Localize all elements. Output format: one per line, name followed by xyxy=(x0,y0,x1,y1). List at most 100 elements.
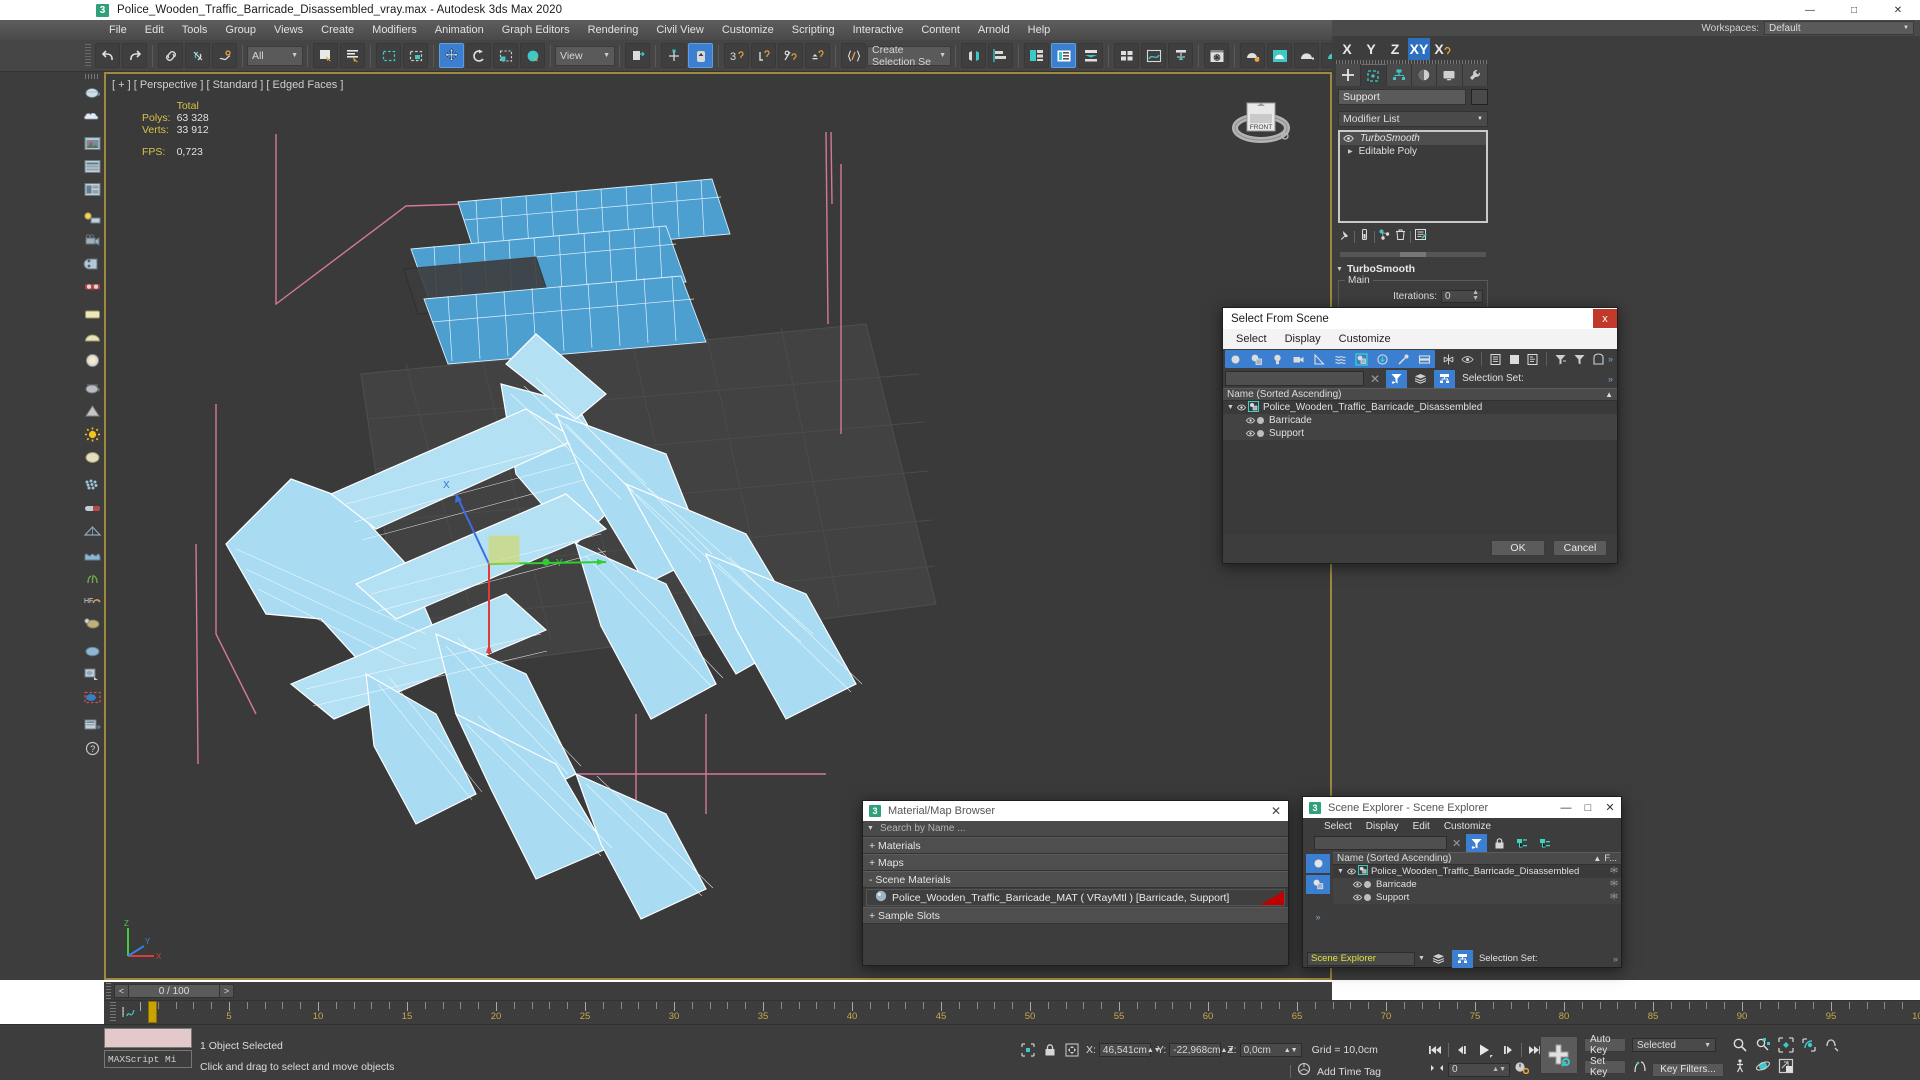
select-from-scene-dialog[interactable]: Select From Scene x Select Display Custo… xyxy=(1222,307,1618,564)
capsule-icon[interactable] xyxy=(81,497,104,519)
tree-row-group[interactable]: ▼ Police_Wooden_Traffic_Barricade_Disass… xyxy=(1223,400,1617,414)
ok-button[interactable]: OK xyxy=(1491,540,1545,556)
menu-item-group[interactable]: Group xyxy=(216,20,265,40)
spinner-arrows-icon[interactable]: ▲▼ xyxy=(1492,1066,1506,1073)
shapes-filter-icon[interactable] xyxy=(1246,350,1267,368)
orbit-icon[interactable] xyxy=(1753,1057,1773,1075)
z-field[interactable]: 0,0cm ▲▼ xyxy=(1239,1043,1302,1057)
select-and-rotate-icon[interactable] xyxy=(466,43,491,68)
add-time-tag-label[interactable]: Add Time Tag xyxy=(1317,1066,1381,1078)
lights-filter-icon[interactable] xyxy=(1267,350,1288,368)
expand-all-icon[interactable] xyxy=(1486,350,1505,368)
axis-constraint-xy[interactable]: XY xyxy=(1408,38,1430,60)
key-filters-button[interactable]: Key Filters... xyxy=(1652,1062,1724,1077)
material-map-browser-dialog[interactable]: 3 Material/Map Browser ✕ ▼ Search by Nam… xyxy=(862,800,1289,966)
eye-icon[interactable] xyxy=(1353,880,1362,889)
reference-coordinate-dropdown[interactable]: View ▼ xyxy=(555,45,615,66)
freeze-column-icon[interactable] xyxy=(1610,879,1618,890)
motion-tab[interactable] xyxy=(1411,64,1438,86)
zoom-region-icon[interactable] xyxy=(1799,1036,1819,1054)
menu-display[interactable]: Display xyxy=(1276,329,1330,349)
section-maps[interactable]: + Maps xyxy=(863,854,1288,871)
mirror-icon[interactable] xyxy=(961,43,986,68)
dome-light-icon[interactable] xyxy=(81,326,104,348)
current-frame-display[interactable]: 0 / 100 xyxy=(114,984,234,998)
selection-set-icon[interactable] xyxy=(1434,369,1456,388)
workspaces-dropdown[interactable]: Default ▼ xyxy=(1764,21,1914,35)
next-key-icon[interactable] xyxy=(1498,1041,1518,1059)
freeze-column-icon[interactable] xyxy=(1610,866,1618,877)
expand-triangle-icon[interactable]: ▼ xyxy=(1337,868,1344,875)
sort-filter-icon[interactable] xyxy=(1551,350,1570,368)
layers-icon[interactable] xyxy=(1428,950,1449,968)
eye-icon[interactable] xyxy=(1246,416,1255,425)
search-row[interactable]: ▼ Search by Name ... xyxy=(863,821,1288,837)
explorer-name-dropdown[interactable]: Scene Explorer xyxy=(1307,951,1415,966)
tree-column-header[interactable]: Name (Sorted Ascending) ▲ F... xyxy=(1333,852,1621,865)
close-icon[interactable]: ✕ xyxy=(1271,804,1281,818)
expand-tree-icon[interactable] xyxy=(1512,834,1533,852)
filter-funnel-icon[interactable] xyxy=(1570,350,1589,368)
toolbar-grip[interactable] xyxy=(85,43,91,68)
camera-icon[interactable] xyxy=(81,229,104,251)
tree-row-barricade[interactable]: Barricade xyxy=(1333,878,1621,891)
rollout-header[interactable]: ▼ TurboSmooth xyxy=(1336,262,1490,276)
menu-item-tools[interactable]: Tools xyxy=(173,20,217,40)
cameras-filter-icon[interactable] xyxy=(1288,350,1309,368)
create-tab[interactable] xyxy=(1336,64,1362,86)
grass-icon[interactable] xyxy=(81,566,104,588)
modifier-stack-item-editable-poly[interactable]: ▶ Editable Poly xyxy=(1340,145,1486,158)
select-by-name-icon[interactable] xyxy=(340,43,365,68)
axis-constraint-x[interactable]: X xyxy=(1336,38,1358,60)
pin-stack-icon[interactable] xyxy=(1338,228,1351,246)
statusbar-overflow-icon[interactable]: » xyxy=(1613,954,1621,964)
tree-row-barricade[interactable]: Barricade xyxy=(1223,414,1617,427)
spacewarps-filter-icon[interactable] xyxy=(1330,350,1351,368)
scene-tree[interactable]: ▼ Police_Wooden_Traffic_Barricade_Disass… xyxy=(1333,865,1621,904)
modifier-stack-item-turbosmooth[interactable]: TurboSmooth xyxy=(1340,132,1486,145)
minimize-button[interactable]: — xyxy=(1555,798,1577,818)
use-pivot-point-center-icon[interactable] xyxy=(625,43,650,68)
key-mode-dropdown[interactable]: Selected ▼ xyxy=(1632,1038,1716,1052)
xrefs-filter-icon[interactable] xyxy=(1372,350,1393,368)
snap-toggle-icon[interactable] xyxy=(688,43,713,68)
sort-ascending-icon[interactable]: ▲ xyxy=(1605,390,1613,399)
menu-item-civil-view[interactable]: Civil View xyxy=(647,20,712,40)
toolbar-overflow-icon[interactable]: » xyxy=(1608,354,1615,364)
menu-item-interactive[interactable]: Interactive xyxy=(844,20,913,40)
scene-tree[interactable]: ▼ Police_Wooden_Traffic_Barricade_Disass… xyxy=(1223,400,1617,534)
cloth-icon[interactable] xyxy=(81,543,104,565)
time-configuration-icon[interactable] xyxy=(1514,1060,1530,1079)
iterations-spinner[interactable]: 0 ▲ ▼ xyxy=(1441,289,1483,303)
frame-number-field[interactable]: 0 ▲▼ xyxy=(1448,1062,1510,1077)
menu-item-modifiers[interactable]: Modifiers xyxy=(363,20,426,40)
trackbar-ruler[interactable]: 5 10 15 20 25 30 35 40 45 50 55 60 65 70 75 80 85 90 95 100 xyxy=(140,1000,1920,1024)
lock-icon[interactable] xyxy=(1489,834,1510,852)
set-key-button[interactable]: Set Key xyxy=(1584,1056,1626,1078)
zoom-icon[interactable] xyxy=(1730,1036,1750,1054)
y-field[interactable]: -22,968cm ▲▼ xyxy=(1169,1043,1234,1057)
tree-row-support[interactable]: Support xyxy=(1223,427,1617,440)
next-frame-button[interactable]: > xyxy=(219,984,234,998)
menu-item-views[interactable]: Views xyxy=(265,20,312,40)
freeze-toggle-icon[interactable] xyxy=(1439,350,1458,368)
layers-icon[interactable] xyxy=(1410,370,1431,388)
scene-explorer-dialog[interactable]: 3 Scene Explorer - Scene Explorer — □ ✕ … xyxy=(1302,796,1622,968)
layer-manager-icon[interactable] xyxy=(1078,43,1103,68)
menu-item-rendering[interactable]: Rendering xyxy=(579,20,648,40)
unlink-selection-icon[interactable] xyxy=(185,43,210,68)
section-materials[interactable]: + Materials xyxy=(863,837,1288,854)
peel-uv-icon[interactable] xyxy=(81,612,104,634)
search-overflow-icon[interactable]: » xyxy=(1608,374,1615,384)
helpers-filter-icon[interactable] xyxy=(1309,350,1330,368)
close-button[interactable]: ✕ xyxy=(1599,798,1621,818)
maximize-button[interactable]: □ xyxy=(1832,0,1876,20)
menu-select[interactable]: Select xyxy=(1317,821,1359,832)
menu-item-edit[interactable]: Edit xyxy=(136,20,173,40)
chevron-right-icon[interactable]: ▶ xyxy=(1348,148,1353,155)
spinner-snap-toggle-icon[interactable] xyxy=(805,43,830,68)
bind-to-spacewarp-icon[interactable] xyxy=(212,43,237,68)
maximize-button[interactable]: □ xyxy=(1577,798,1599,818)
time-tag-icon[interactable] xyxy=(1297,1062,1311,1080)
search-filter-icon[interactable] xyxy=(1386,369,1408,388)
